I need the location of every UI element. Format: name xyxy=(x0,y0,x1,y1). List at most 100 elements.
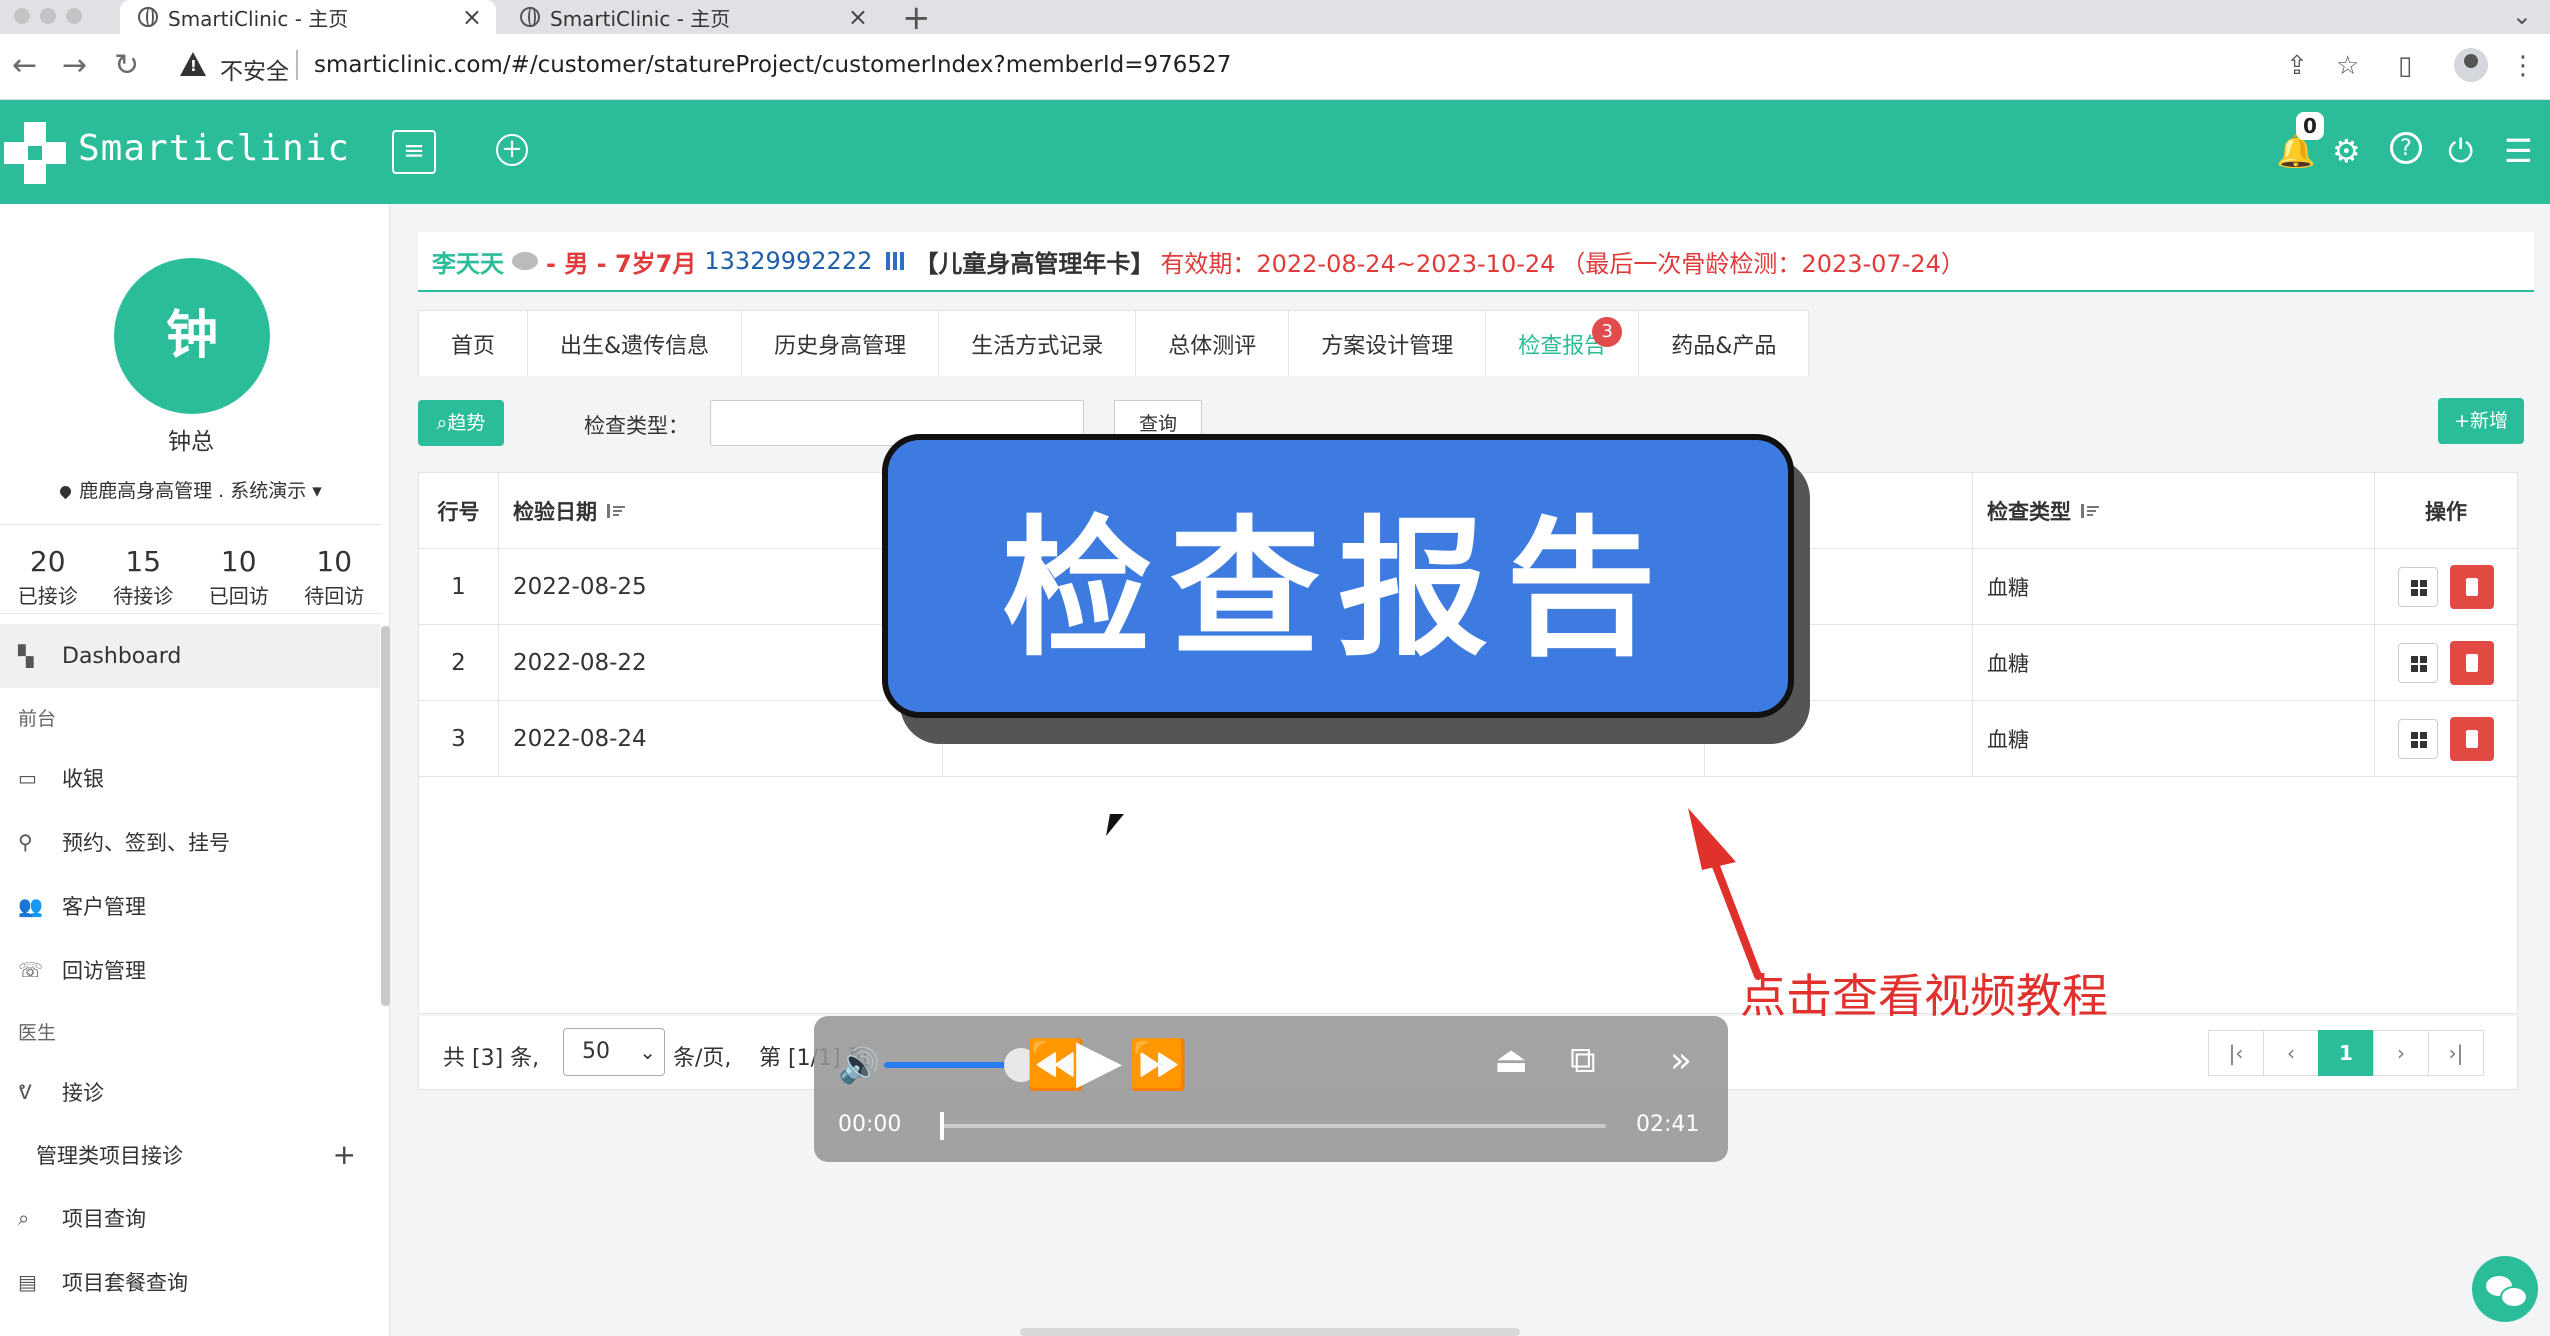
app-header xyxy=(0,100,2550,204)
add-button[interactable]: +新增 xyxy=(2438,398,2524,444)
page-size-select[interactable]: 50 ⌄ xyxy=(563,1028,665,1076)
tab-check-report[interactable]: 检查报告 3 xyxy=(1485,310,1640,376)
sidebar-item-appointment[interactable]: ⚲ 预约、签到、挂号 xyxy=(0,810,380,874)
sidebar-item-package-query[interactable]: ▤ 项目套餐查询 xyxy=(0,1250,380,1314)
clinic-logo-icon xyxy=(4,122,66,184)
chat-icon[interactable] xyxy=(512,252,538,270)
delete-button[interactable] xyxy=(2450,640,2494,685)
sidebar-item-label: 项目套餐查询 xyxy=(62,1271,188,1295)
reload-icon[interactable]: ↻ xyxy=(114,48,139,83)
patient-tabs: 首页 出生&遗传信息 历史身高管理 生活方式记录 总体测评 方案设计管理 检查报… xyxy=(418,310,1810,376)
prev-page-button[interactable]: ‹ xyxy=(2263,1030,2319,1076)
sidebar-item-project-query[interactable]: ⌕ 项目查询 xyxy=(0,1186,380,1250)
col-header-date[interactable]: 检验日期 xyxy=(499,473,943,548)
first-page-button[interactable]: |‹ xyxy=(2208,1030,2264,1076)
browser-menu-icon[interactable]: ⋮ xyxy=(2510,51,2536,81)
view-grid-button[interactable] xyxy=(2398,566,2438,607)
sidebar-item-dashboard[interactable]: ▚ Dashboard xyxy=(0,624,380,688)
stat-item[interactable]: 15 待接诊 xyxy=(96,525,192,613)
url-field[interactable]: smarticlinic.com/#/customer/statureProje… xyxy=(314,52,1231,78)
add-circle-icon[interactable]: + xyxy=(496,134,528,166)
browser-tab-2[interactable]: SmartiClinic - 主页 × xyxy=(502,0,882,34)
section-doctor: 医生 xyxy=(18,1021,57,1044)
sidebar-item-followup[interactable]: ☏ 回访管理 xyxy=(0,938,380,1002)
window-minimize-dot[interactable] xyxy=(40,8,56,24)
volume-icon[interactable]: 🔊 xyxy=(838,1046,880,1086)
power-icon[interactable]: ⏻ xyxy=(2448,132,2473,171)
tab-label: 首页 xyxy=(451,333,496,359)
progress-head[interactable] xyxy=(940,1112,944,1140)
sidebar-item-customer[interactable]: 👥 客户管理 xyxy=(0,874,380,938)
patient-info-bar: 李天天 - 男 - 7岁7月 13329992222 【儿童身高管理年卡】 有效… xyxy=(418,232,2534,292)
sidebar-scrollbar[interactable] xyxy=(381,626,390,1006)
qrcode-icon[interactable] xyxy=(886,252,905,270)
progress-bar[interactable] xyxy=(940,1112,1606,1140)
sort-icon[interactable] xyxy=(2081,503,2099,518)
window-close-dot[interactable] xyxy=(14,8,30,24)
tab-medicine-product[interactable]: 药品&产品 xyxy=(1638,310,1810,376)
tab-search-chevron-icon[interactable]: ⌄ xyxy=(2512,2,2532,30)
sidebar-item-label: 预约、签到、挂号 xyxy=(62,831,230,855)
sort-icon[interactable] xyxy=(607,503,625,518)
sidebar-item-label: 接诊 xyxy=(62,1081,104,1105)
header-label: 检验日期 xyxy=(513,499,597,524)
trend-button[interactable]: ⌕趋势 xyxy=(418,400,504,446)
airplay-icon[interactable]: ⏏ xyxy=(1494,1040,1528,1081)
forward-icon[interactable]: → xyxy=(62,48,87,83)
wechat-chat-icon[interactable] xyxy=(2472,1256,2538,1322)
tab-plan-design[interactable]: 方案设计管理 xyxy=(1288,310,1487,376)
gear-icon[interactable]: ⚙ xyxy=(2332,132,2361,170)
sidebar-item-mgmt-reception[interactable]: 管理类项目接诊 + xyxy=(0,1124,380,1186)
tab-assessment[interactable]: 总体测评 xyxy=(1135,310,1290,376)
picture-in-picture-icon[interactable]: ⧉ xyxy=(1570,1040,1596,1082)
sidebar-item-cashier[interactable]: ▭ 收银 xyxy=(0,746,380,810)
warning-icon xyxy=(180,52,206,76)
overlay-banner[interactable]: 检查报告 xyxy=(882,434,1794,718)
patient-name[interactable]: 李天天 xyxy=(432,244,504,279)
stat-item[interactable]: 10 待回访 xyxy=(287,525,383,613)
cell-row-no: 2 xyxy=(419,625,499,700)
window-zoom-dot[interactable] xyxy=(66,8,82,24)
cell-date: 2022-08-24 xyxy=(499,701,943,776)
side-panel-icon[interactable]: ▯ xyxy=(2398,51,2412,81)
more-chevrons-icon[interactable]: » xyxy=(1670,1040,1692,1081)
video-tutorial-caption[interactable]: 点击查看视频教程 xyxy=(1740,960,2108,1026)
view-grid-button[interactable] xyxy=(2398,642,2438,683)
browser-tab-1[interactable]: SmartiClinic - 主页 × xyxy=(120,0,496,34)
play-icon[interactable]: ▶ xyxy=(1076,1026,1122,1096)
delete-button[interactable] xyxy=(2450,716,2494,761)
help-icon[interactable]: ? xyxy=(2390,132,2422,164)
app-logo-text[interactable]: Smarticlinic xyxy=(78,128,350,169)
pager-total: 共 [3] 条, xyxy=(443,1046,540,1071)
stat-item[interactable]: 10 已回访 xyxy=(191,525,287,613)
col-header-type[interactable]: 检查类型 xyxy=(1973,473,2375,548)
tab-lifestyle[interactable]: 生活方式记录 xyxy=(938,310,1137,376)
bookmark-star-icon[interactable]: ☆ xyxy=(2336,51,2359,81)
profile-avatar-icon[interactable] xyxy=(2454,48,2488,82)
fast-forward-icon[interactable]: ⏩ xyxy=(1128,1036,1188,1093)
view-grid-button[interactable] xyxy=(2398,718,2438,759)
close-tab-icon[interactable]: × xyxy=(462,3,482,31)
back-icon[interactable]: ← xyxy=(12,48,37,83)
dashboard-icon: ▚ xyxy=(18,644,34,668)
tab-home[interactable]: 首页 xyxy=(418,310,529,376)
tab-height-history[interactable]: 历史身高管理 xyxy=(741,310,940,376)
collapse-right-icon[interactable]: ☰ xyxy=(2504,132,2533,170)
insecure-label[interactable]: 不安全 xyxy=(220,52,289,86)
sidebar-item-label: 回访管理 xyxy=(62,959,146,983)
stat-item[interactable]: 20 已接诊 xyxy=(0,525,96,613)
cell-type: 血糖 xyxy=(1973,701,2375,776)
close-tab-icon[interactable]: × xyxy=(848,3,868,31)
expand-plus-icon[interactable]: + xyxy=(333,1138,356,1171)
menu-toggle-button[interactable]: ≡ xyxy=(392,130,436,174)
tab-birth-genetic[interactable]: 出生&遗传信息 xyxy=(527,310,743,376)
last-page-button[interactable]: ›| xyxy=(2428,1030,2484,1076)
share-icon[interactable]: ⇪ xyxy=(2286,51,2308,81)
delete-button[interactable] xyxy=(2450,564,2494,609)
new-tab-icon[interactable]: + xyxy=(902,0,931,38)
sidebar-item-reception[interactable]: ᕓ 接诊 xyxy=(0,1060,380,1124)
user-org-selector[interactable]: 鹿鹿高身高管理 . 系统演示 ▾ xyxy=(0,476,382,503)
avatar[interactable]: 钟 xyxy=(114,258,270,414)
next-page-button[interactable]: › xyxy=(2373,1030,2429,1076)
page-button-current[interactable]: 1 xyxy=(2318,1030,2374,1076)
